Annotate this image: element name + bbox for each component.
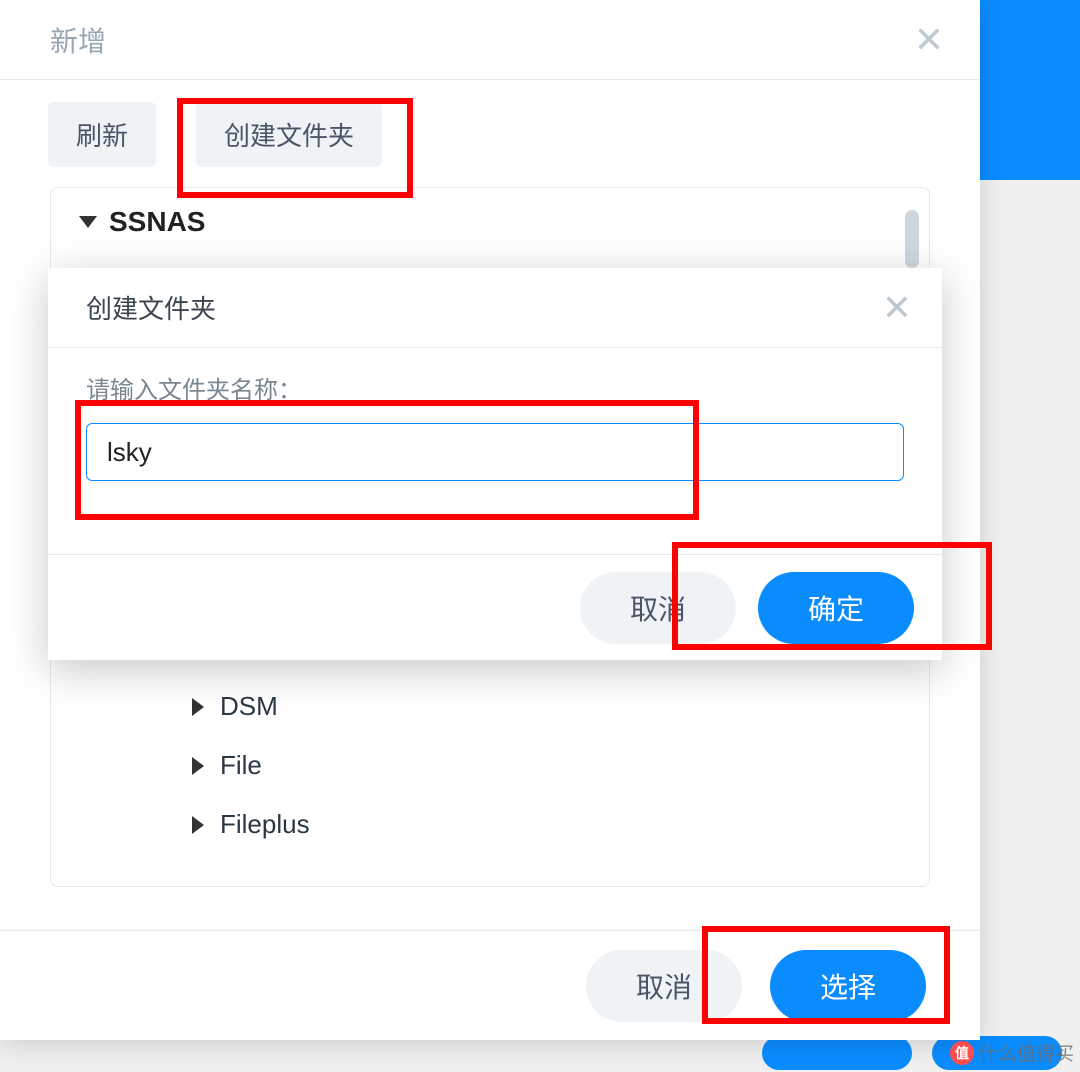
dialog-header: 创建文件夹 ✕ bbox=[48, 268, 942, 348]
scrollbar-thumb[interactable] bbox=[905, 210, 919, 268]
dialog-confirm-button[interactable]: 确定 bbox=[758, 572, 914, 644]
tree-item-fileplus[interactable]: Fileplus bbox=[192, 795, 889, 854]
close-icon[interactable]: ✕ bbox=[882, 287, 912, 329]
panel-title: 新增 bbox=[50, 20, 106, 60]
chevron-right-icon bbox=[192, 816, 204, 834]
dialog-cancel-button[interactable]: 取消 bbox=[580, 572, 736, 644]
watermark: 值 什么值得买 bbox=[950, 1039, 1074, 1066]
panel-footer: 取消 选择 bbox=[0, 930, 980, 1040]
close-icon[interactable]: ✕ bbox=[914, 19, 944, 61]
chevron-right-icon bbox=[192, 757, 204, 775]
tree-item-label: File bbox=[220, 750, 262, 781]
folder-name-input[interactable] bbox=[86, 423, 904, 481]
create-folder-button[interactable]: 创建文件夹 bbox=[196, 102, 382, 167]
watermark-icon: 值 bbox=[950, 1041, 974, 1065]
tree-item-label: DSM bbox=[220, 691, 278, 722]
footer-cancel-button[interactable]: 取消 bbox=[586, 950, 742, 1022]
dialog-footer: 取消 确定 bbox=[48, 554, 942, 660]
footer-select-button[interactable]: 选择 bbox=[770, 950, 926, 1022]
panel-header: 新增 ✕ bbox=[0, 0, 980, 80]
watermark-text: 什么值得买 bbox=[979, 1039, 1074, 1066]
dialog-body: 请输入文件夹名称： bbox=[48, 348, 942, 503]
tree-item-dsm[interactable]: DSM bbox=[192, 677, 889, 736]
tree-root-node[interactable]: SSNAS bbox=[79, 206, 901, 238]
tree-root-label: SSNAS bbox=[109, 206, 205, 238]
folder-name-label: 请输入文件夹名称： bbox=[86, 370, 904, 405]
chevron-down-icon bbox=[79, 216, 97, 228]
chevron-right-icon bbox=[192, 698, 204, 716]
create-folder-dialog: 创建文件夹 ✕ 请输入文件夹名称： 取消 确定 bbox=[48, 268, 942, 660]
refresh-button[interactable]: 刷新 bbox=[48, 102, 156, 167]
toolbar: 刷新 创建文件夹 bbox=[0, 80, 980, 175]
tree-item-file[interactable]: File bbox=[192, 736, 889, 795]
tree-item-label: Fileplus bbox=[220, 809, 310, 840]
background-blue-strip bbox=[980, 0, 1080, 180]
dialog-title: 创建文件夹 bbox=[86, 289, 216, 326]
